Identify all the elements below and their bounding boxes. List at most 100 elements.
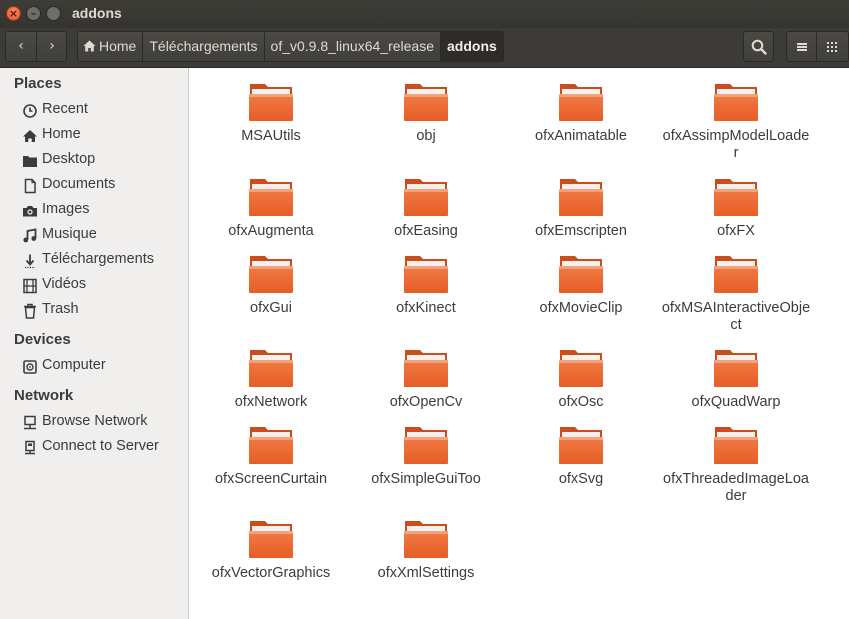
breadcrumb-release[interactable]: of_v0.9.8_linux64_release	[265, 32, 441, 61]
breadcrumb-addons[interactable]: addons	[441, 32, 503, 61]
folder-icon	[714, 84, 758, 121]
folder-item[interactable]: ofxOsc	[506, 348, 656, 428]
list-view-button[interactable]	[786, 31, 817, 62]
folder-item[interactable]: ofxScreenCurtain	[196, 425, 346, 505]
folder-name: ofxAnimatable	[535, 128, 627, 144]
folder-icon	[714, 350, 758, 387]
folder-name: ofxAssimpModelLoader	[662, 128, 810, 161]
folder-icon	[249, 84, 293, 121]
music-icon	[23, 228, 37, 243]
folder-icon	[559, 427, 603, 464]
search-button[interactable]	[743, 31, 774, 62]
clock-icon	[23, 104, 37, 118]
breadcrumb-home[interactable]: Home	[78, 32, 144, 61]
folder-name: ofxOsc	[558, 394, 604, 410]
folder-item[interactable]: ofxXmlSettings	[351, 519, 501, 599]
home-icon	[83, 40, 96, 52]
sidebar-item-computer[interactable]: Computer	[22, 356, 188, 378]
folder-name: ofxAugmenta	[228, 223, 314, 239]
list-view-icon	[797, 43, 807, 51]
file-grid: MSAUtils obj ofxAnimatable ofxAssimpModelLo…	[189, 68, 849, 619]
download-icon	[25, 254, 35, 269]
folder-icon	[714, 427, 758, 464]
breadcrumb: Home Téléchargements of_v0.9.8_linux64_r…	[77, 31, 504, 62]
sidebar-item-telechargements[interactable]: Téléchargements	[22, 250, 188, 272]
film-icon	[23, 278, 37, 294]
sidebar-item-musique[interactable]: Musique	[22, 225, 188, 247]
folder-item[interactable]: ofxMSAInteractiveObject	[661, 254, 811, 334]
folder-name: MSAUtils	[241, 128, 301, 144]
minimize-window-button[interactable]: –	[26, 6, 41, 21]
folder-icon	[249, 179, 293, 216]
folder-item[interactable]: ofxKinect	[351, 254, 501, 334]
sidebar-item-videos[interactable]: Vidéos	[22, 275, 188, 297]
close-window-button[interactable]: ×	[6, 6, 21, 21]
server-icon	[25, 440, 35, 455]
folder-name: ofxNetwork	[234, 394, 308, 410]
folder-name: ofxEmscripten	[535, 223, 627, 239]
sidebar-item-trash[interactable]: Trash	[22, 300, 188, 322]
sidebar-item-home[interactable]: Home	[22, 125, 188, 147]
folder-icon	[404, 256, 448, 293]
folder-name: ofxScreenCurtain	[214, 471, 328, 487]
folder-item[interactable]: ofxVectorGraphics	[196, 519, 346, 599]
chevron-left-icon: ‹	[18, 38, 24, 54]
places-header: Places	[14, 75, 62, 92]
folder-icon	[249, 350, 293, 387]
folder-name: ofxKinect	[396, 300, 456, 316]
folder-item[interactable]: ofxThreadedImageLoader	[661, 425, 811, 505]
maximize-window-button[interactable]	[46, 6, 61, 21]
folder-item[interactable]: ofxFX	[661, 177, 811, 257]
folder-item[interactable]: obj	[351, 82, 501, 162]
search-icon	[751, 39, 767, 55]
network-icon	[24, 415, 36, 430]
folder-name: ofxGui	[250, 300, 292, 316]
sidebar-item-desktop[interactable]: Desktop	[22, 150, 188, 172]
home-icon	[23, 130, 37, 142]
sidebar: Places Recent Home Desktop Documents Ima…	[0, 68, 189, 619]
folder-name: ofxSvg	[558, 471, 604, 487]
folder-item[interactable]: MSAUtils	[196, 82, 346, 162]
folder-item[interactable]: ofxOpenCv	[351, 348, 501, 428]
sidebar-item-images[interactable]: Images	[22, 200, 188, 222]
chevron-right-icon: ›	[49, 38, 55, 54]
folder-item[interactable]: ofxSvg	[506, 425, 656, 505]
title-bar: × – addons	[0, 0, 849, 28]
devices-header: Devices	[14, 331, 71, 348]
sidebar-item-documents[interactable]: Documents	[22, 175, 188, 197]
forward-button[interactable]: ›	[37, 32, 67, 61]
folder-name: ofxThreadedImageLoader	[663, 471, 809, 504]
close-icon: ×	[8, 7, 19, 20]
folder-icon	[23, 156, 37, 167]
folder-icon	[714, 179, 758, 216]
back-button[interactable]: ‹	[6, 32, 37, 61]
network-header: Network	[14, 387, 74, 404]
folder-name: obj	[416, 128, 436, 144]
folder-icon	[404, 179, 448, 216]
folder-icon	[249, 256, 293, 293]
folder-name: ofxSimpleGuiToo	[371, 471, 481, 487]
folder-item[interactable]: ofxQuadWarp	[661, 348, 811, 428]
folder-item[interactable]: ofxAugmenta	[196, 177, 346, 257]
folder-name: ofxEasing	[394, 223, 458, 239]
grid-view-button[interactable]	[816, 31, 849, 62]
folder-item[interactable]: ofxGui	[196, 254, 346, 334]
folder-item[interactable]: ofxNetwork	[196, 348, 346, 428]
folder-item[interactable]: ofxSimpleGuiToo	[351, 425, 501, 505]
breadcrumb-telechargements[interactable]: Téléchargements	[143, 32, 265, 61]
toolbar: ‹ › Home Téléchargements of_v0.9.8_linux…	[0, 28, 849, 68]
folder-icon	[249, 427, 293, 464]
folder-name: ofxMSAInteractiveObject	[661, 300, 811, 333]
folder-icon	[559, 179, 603, 216]
folder-item[interactable]: ofxAssimpModelLoader	[661, 82, 811, 162]
sidebar-item-connect-to-server[interactable]: Connect to Server	[22, 437, 188, 459]
folder-item[interactable]: ofxMovieClip	[506, 254, 656, 334]
folder-icon	[714, 256, 758, 293]
folder-item[interactable]: ofxEasing	[351, 177, 501, 257]
folder-item[interactable]: ofxEmscripten	[506, 177, 656, 257]
sidebar-item-recent[interactable]: Recent	[22, 100, 188, 122]
folder-icon	[249, 521, 293, 558]
folder-item[interactable]: ofxAnimatable	[506, 82, 656, 162]
trash-icon	[24, 303, 36, 319]
sidebar-item-browse-network[interactable]: Browse Network	[22, 412, 188, 434]
